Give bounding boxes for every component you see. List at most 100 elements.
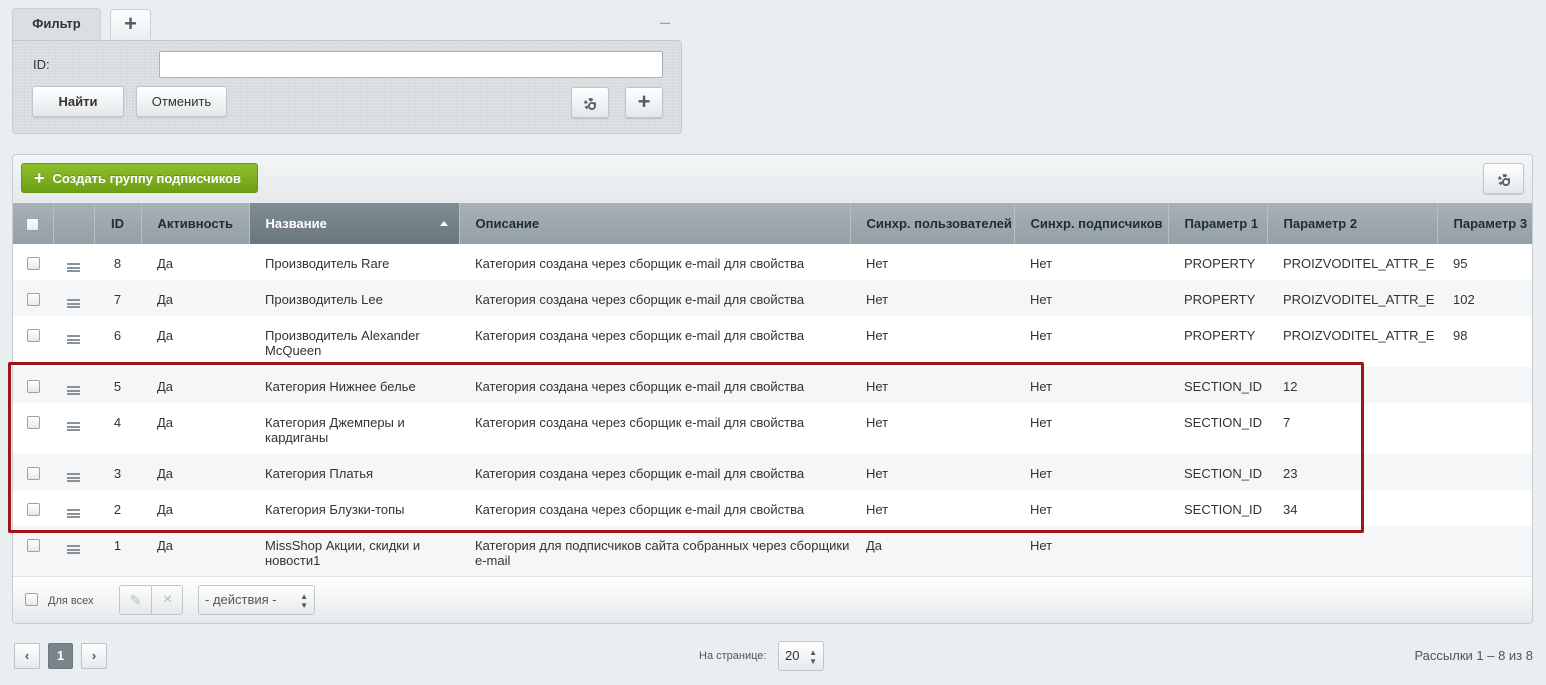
- cell-sync-subscribers: Нет: [1014, 367, 1168, 403]
- table-row[interactable]: 7 Да Производитель Lee Категория создана…: [13, 280, 1532, 316]
- row-menu-icon[interactable]: [67, 509, 80, 519]
- current-page-button[interactable]: 1: [48, 643, 73, 669]
- cell-param2: PROIZVODITEL_ATTR_E: [1267, 280, 1437, 316]
- cell-name[interactable]: Категория Блузки-топы: [249, 490, 459, 526]
- actions-dropdown[interactable]: - действия - ▲ ▼: [198, 585, 315, 615]
- cell-id: 8: [113, 256, 122, 271]
- sort-asc-icon: [439, 221, 448, 226]
- data-table: ID Активность Название Описание Синхр. п…: [13, 203, 1532, 577]
- row-menu-icon[interactable]: [67, 386, 80, 396]
- find-button[interactable]: Найти: [32, 86, 124, 117]
- table-row[interactable]: 1 Да MissShop Акции, скидки и новости1 К…: [13, 526, 1532, 577]
- create-subscriber-group-button[interactable]: + Создать группу подписчиков: [21, 163, 258, 193]
- edit-pencil-icon[interactable]: ✎: [120, 586, 152, 614]
- cell-sync-users: Нет: [850, 454, 1014, 490]
- header-id[interactable]: ID: [94, 203, 142, 244]
- row-menu-icon[interactable]: [67, 473, 80, 483]
- row-checkbox[interactable]: [26, 329, 40, 343]
- row-menu-icon[interactable]: [67, 299, 80, 309]
- header-sync-users[interactable]: Синхр. пользователей: [850, 203, 1015, 244]
- cell-sync-users: Нет: [866, 415, 889, 430]
- filter-settings-button[interactable]: [571, 87, 609, 118]
- cell-name[interactable]: Производитель Lee: [249, 280, 459, 316]
- cell-name[interactable]: Производитель Alexander McQueen: [249, 316, 459, 367]
- cell-param2: PROIZVODITEL_ATTR_E: [1283, 256, 1435, 271]
- cell-active: Да: [141, 367, 249, 403]
- table-row[interactable]: 6 Да Производитель Alexander McQueen Кат…: [13, 316, 1532, 367]
- cell-sync-users: Да: [850, 526, 1014, 577]
- cell-sync-users: Нет: [850, 280, 1014, 316]
- apply-to-all[interactable]: Для всех: [25, 593, 93, 607]
- header-sync-subscribers[interactable]: Синхр. подписчиков: [1014, 203, 1169, 244]
- next-page-button[interactable]: ›: [81, 643, 107, 669]
- cell-description: Категория создана через сборщик e-mail д…: [459, 454, 850, 490]
- header-param2[interactable]: Параметр 2: [1267, 203, 1438, 244]
- row-checkbox[interactable]: [26, 380, 40, 394]
- row-checkbox[interactable]: [26, 539, 40, 553]
- header-param1[interactable]: Параметр 1: [1168, 203, 1268, 244]
- cell-description: Категория создана через сборщик e-mail д…: [475, 328, 805, 343]
- cell-active: Да: [157, 328, 174, 343]
- row-menu-icon[interactable]: [67, 422, 80, 432]
- cell-param2: 34: [1283, 502, 1298, 517]
- select-all-checkbox[interactable]: [26, 217, 40, 231]
- table-row[interactable]: 2 Да Категория Блузки-топы Категория соз…: [13, 490, 1532, 526]
- per-page-select[interactable]: 20 ▲ ▼: [778, 641, 824, 671]
- cell-sync-users: Нет: [850, 367, 1014, 403]
- per-page-value: 20: [785, 648, 800, 663]
- row-checkbox[interactable]: [26, 503, 40, 517]
- cell-name[interactable]: Производитель Rare: [249, 244, 459, 280]
- id-input[interactable]: [159, 51, 663, 78]
- filter-panel: ID: Найти Отменить +: [12, 40, 682, 134]
- actions-header: [53, 203, 95, 244]
- tab-filter[interactable]: Фильтр: [12, 8, 101, 42]
- row-checkbox[interactable]: [26, 467, 40, 481]
- records-count: Рассылки 1 – 8 из 8: [1414, 648, 1533, 663]
- header-active[interactable]: Активность: [141, 203, 250, 244]
- cell-name[interactable]: MissShop Акции, скидки и новости1: [249, 526, 459, 577]
- cell-description: Категория создана через сборщик e-mail д…: [475, 502, 805, 517]
- group-action-buttons: ✎ ×: [119, 585, 183, 615]
- actions-dropdown-value: - действия -: [205, 592, 277, 607]
- header-description[interactable]: Описание: [459, 203, 851, 244]
- row-menu-icon[interactable]: [67, 335, 80, 345]
- apply-to-all-checkbox[interactable]: [25, 593, 38, 606]
- add-filter-tab-button[interactable]: +: [110, 9, 151, 39]
- table-row[interactable]: 3 Да Категория Платья Категория создана …: [13, 454, 1532, 490]
- filter-collapse-icon[interactable]: –: [658, 13, 672, 31]
- header-param3[interactable]: Параметр 3: [1437, 203, 1532, 244]
- row-checkbox[interactable]: [26, 257, 40, 271]
- cell-param3: 95: [1453, 256, 1468, 271]
- create-button-label: Создать группу подписчиков: [52, 171, 241, 186]
- filter-add-field-button[interactable]: +: [625, 87, 663, 118]
- header-name[interactable]: Название: [249, 203, 460, 244]
- row-menu-icon[interactable]: [67, 263, 80, 273]
- cell-name[interactable]: Категория Нижнее белье: [249, 367, 459, 403]
- cell-active: Да: [157, 502, 174, 517]
- cell-sync-users: Нет: [866, 502, 889, 517]
- row-checkbox[interactable]: [26, 416, 40, 430]
- row-menu-icon[interactable]: [67, 545, 80, 555]
- cell-description: Категория создана через сборщик e-mail д…: [459, 280, 850, 316]
- cell-active: Да: [141, 526, 249, 577]
- table-row[interactable]: 4 Да Категория Джемперы и кардиганы Кате…: [13, 403, 1532, 454]
- cancel-button[interactable]: Отменить: [136, 86, 227, 117]
- cell-param3: [1437, 454, 1532, 490]
- row-checkbox[interactable]: [26, 293, 40, 307]
- id-label: ID:: [33, 57, 50, 72]
- table-row[interactable]: 8 Да Производитель Rare Категория создан…: [13, 244, 1532, 280]
- prev-page-button[interactable]: ‹: [14, 643, 40, 669]
- delete-x-icon[interactable]: ×: [152, 586, 183, 614]
- cell-name[interactable]: Категория Джемперы и кардиганы: [249, 403, 459, 454]
- cell-sync-subscribers: Нет: [1014, 454, 1168, 490]
- cell-param3: 98: [1453, 328, 1468, 343]
- list-settings-button[interactable]: [1483, 163, 1524, 194]
- select-all-header[interactable]: [13, 203, 54, 244]
- cell-param3: 102: [1437, 280, 1532, 316]
- cell-sync-users: Нет: [866, 256, 889, 271]
- table-row[interactable]: 5 Да Категория Нижнее белье Категория со…: [13, 367, 1532, 403]
- cell-active: Да: [141, 454, 249, 490]
- per-page-label: На странице:: [699, 650, 767, 662]
- cell-id: 2: [113, 502, 122, 517]
- cell-name[interactable]: Категория Платья: [249, 454, 459, 490]
